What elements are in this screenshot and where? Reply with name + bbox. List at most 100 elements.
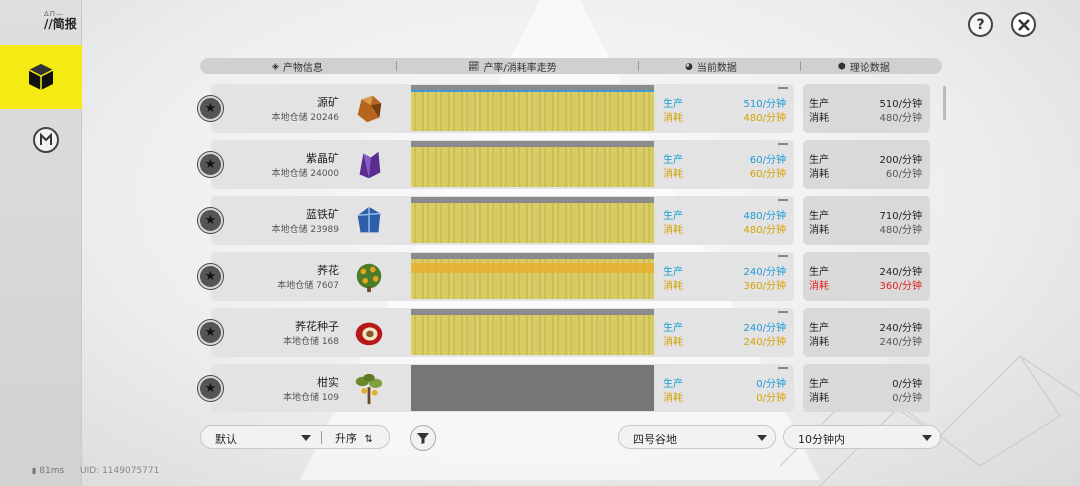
row-card[interactable]: 荞花 本地仓储 7607 生产 消耗 240/分钟 360/分钟 [211, 252, 794, 301]
theory-card: 生产 消耗 240/分钟 240/分钟 [803, 308, 930, 357]
star-icon: ★ [204, 213, 217, 228]
current-produce-value: 510/分钟 [743, 99, 786, 110]
product-stock: 本地仓储 109 [282, 393, 339, 403]
current-consume-label: 消耗 [663, 393, 683, 404]
current-consume-label: 消耗 [663, 337, 683, 348]
favorite-star-button[interactable]: ★ [198, 264, 223, 289]
theory-consume-value: 480/分钟 [879, 225, 922, 236]
chevron-down-icon [757, 435, 767, 441]
current-consume-value: 240/分钟 [743, 337, 786, 348]
row-card[interactable]: 柑实 本地仓储 109 生产 消耗 0/分钟 0/分钟 [211, 364, 794, 412]
table-row[interactable]: 荞花种子 本地仓储 168 生产 消耗 240/分钟 240/分钟 ★ 生产 消耗 240/分钟 2… [195, 308, 945, 357]
theory-produce-value: 240/分钟 [879, 267, 922, 278]
star-icon: ★ [204, 325, 217, 340]
product-name: 荞花种子 [295, 320, 339, 333]
table-row[interactable]: 荞花 本地仓储 7607 生产 消耗 240/分钟 360/分钟 ★ 生产 消耗 240/分钟 36… [195, 252, 945, 301]
theory-produce-value: 510/分钟 [879, 99, 922, 110]
favorite-star-button[interactable]: ★ [198, 208, 223, 233]
order-toggle[interactable]: 升序 ⇅ [335, 430, 373, 446]
product-stock: 本地仓储 168 [282, 337, 339, 347]
header-divider [396, 61, 397, 71]
row-card[interactable]: 源矿 本地仓储 20246 生产 消耗 510/分钟 480/分钟 [211, 84, 794, 133]
sort-select-value: 默认 [215, 433, 237, 446]
favorite-star-button[interactable]: ★ [198, 320, 223, 345]
ore-icon [351, 91, 387, 127]
table-row[interactable]: 蓝铁矿 本地仓储 23989 生产 消耗 480/分钟 480/分钟 ★ 生产 消耗 710/分钟… [195, 196, 945, 245]
trend-stripes [411, 203, 654, 243]
current-produce-label: 生产 [663, 379, 683, 390]
close-button[interactable] [1011, 12, 1036, 37]
header-col-info: ◈ 产物信息 [272, 59, 323, 75]
favorite-star-button[interactable]: ★ [198, 152, 223, 177]
row-card[interactable]: 荞花种子 本地仓储 168 生产 消耗 240/分钟 240/分钟 [211, 308, 794, 357]
filter-button[interactable] [410, 425, 436, 451]
current-consume-label: 消耗 [663, 281, 683, 292]
list-scrollbar[interactable] [943, 86, 946, 120]
sidebar: ΔΠ— //简报 ▮ 81ms [0, 0, 82, 486]
time-range-select[interactable]: 10分钟内 [783, 425, 941, 449]
detail-indicator [778, 143, 788, 145]
sidebar-item-production[interactable] [0, 45, 82, 109]
uid-label: UID: 1149075771 [80, 466, 160, 476]
theory-produce-value: 240/分钟 [879, 323, 922, 334]
theory-card: 生产 消耗 200/分钟 60/分钟 [803, 140, 930, 189]
page-title: //简报 [44, 17, 77, 31]
trend-stripes [411, 91, 654, 131]
current-produce-value: 480/分钟 [743, 211, 786, 222]
product-stock: 本地仓储 20246 [271, 113, 340, 123]
favorite-star-button[interactable]: ★ [198, 376, 223, 401]
sidebar-item-gate[interactable] [33, 127, 59, 153]
current-consume-value: 360/分钟 [743, 281, 786, 292]
buckflower-seed-icon [351, 315, 387, 351]
row-card[interactable]: 蓝铁矿 本地仓储 23989 生产 消耗 480/分钟 480/分钟 [211, 196, 794, 245]
product-name: 荞花 [317, 264, 339, 277]
ferrium-ore-icon [351, 203, 387, 239]
theory-consume-value: 360/分钟 [879, 281, 922, 292]
table-row[interactable]: 紫晶矿 本地仓储 24000 生产 消耗 60/分钟 60/分钟 ★ 生产 消耗 200/分钟 60… [195, 140, 945, 189]
current-produce-label: 生产 [663, 323, 683, 334]
table-row[interactable]: 源矿 本地仓储 20246 生产 消耗 510/分钟 480/分钟 ★ 生产 消耗 510/分钟 4… [195, 84, 945, 133]
header-divider [638, 61, 639, 71]
product-name: 紫晶矿 [306, 152, 339, 165]
theory-produce-label: 生产 [809, 267, 829, 278]
theory-produce-value: 0/分钟 [892, 379, 922, 390]
detail-indicator [778, 255, 788, 257]
current-produce-value: 60/分钟 [749, 155, 786, 166]
current-produce-label: 生产 [663, 267, 683, 278]
signal-icon: ▮ [32, 466, 37, 475]
chevron-down-icon [922, 435, 932, 441]
star-icon: ★ [204, 381, 217, 396]
trend-deficit-band [411, 263, 654, 273]
sort-order-icon: ⇅ [364, 434, 373, 445]
theory-consume-label: 消耗 [809, 393, 829, 404]
theory-produce-value: 200/分钟 [879, 155, 922, 166]
cube-small-icon: ⬢ [838, 61, 846, 72]
row-card[interactable]: 紫晶矿 本地仓储 24000 生产 消耗 60/分钟 60/分钟 [211, 140, 794, 189]
sort-select[interactable]: 默认 升序 ⇅ [200, 425, 390, 449]
star-icon: ★ [204, 157, 217, 172]
trend-stripes [411, 315, 654, 355]
header-col-info-label: 产物信息 [282, 63, 323, 74]
header-col-trend-label: 产率/消耗率走势 [483, 63, 557, 74]
top-right-actions: ? [968, 12, 1036, 37]
header-col-current-label: 当前数据 [696, 63, 737, 74]
detail-indicator [778, 199, 788, 201]
region-select[interactable]: 四号谷地 [618, 425, 776, 449]
product-list[interactable]: 源矿 本地仓储 20246 生产 消耗 510/分钟 480/分钟 ★ 生产 消耗 510/分钟 4… [195, 84, 945, 412]
current-consume-value: 480/分钟 [743, 113, 786, 124]
current-produce-value: 0/分钟 [756, 379, 786, 390]
help-button[interactable]: ? [968, 12, 993, 37]
star-icon: ★ [204, 101, 217, 116]
current-produce-label: 生产 [663, 99, 683, 110]
trend-stripes [411, 147, 654, 187]
theory-card: 生产 消耗 510/分钟 480/分钟 [803, 84, 930, 133]
cube-icon [28, 64, 54, 90]
product-name: 源矿 [317, 96, 339, 109]
time-range-select-value: 10分钟内 [798, 433, 845, 446]
theory-consume-value: 240/分钟 [879, 337, 922, 348]
favorite-star-button[interactable]: ★ [198, 96, 223, 121]
table-header: ◈ 产物信息 📈︎ 产率/消耗率走势 ◕ 当前数据 ⬢ 理论数据 [200, 58, 942, 74]
trend-chart [411, 197, 654, 243]
current-consume-label: 消耗 [663, 225, 683, 236]
table-row[interactable]: 柑实 本地仓储 109 生产 消耗 0/分钟 0/分钟 ★ 生产 消耗 0/分钟 0/分钟 [195, 364, 945, 412]
